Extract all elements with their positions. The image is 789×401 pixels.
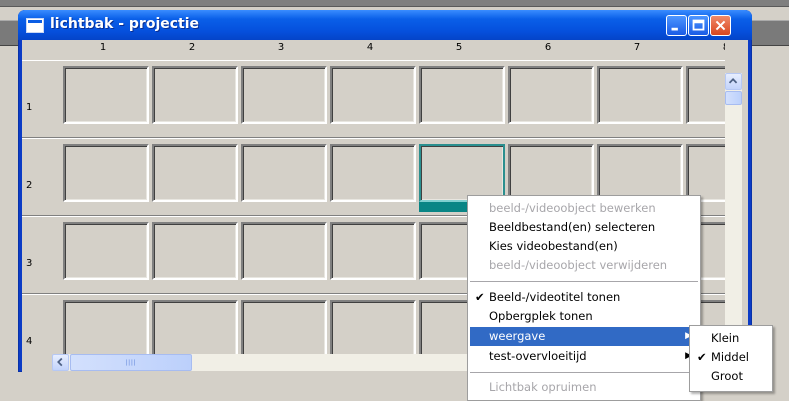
column-header: 4: [366, 42, 374, 53]
lightbox-slot[interactable]: [597, 66, 683, 124]
column-header: 8: [716, 42, 725, 53]
scroll-up-button[interactable]: [725, 73, 742, 90]
horizontal-scroll-thumb[interactable]: [70, 354, 192, 371]
menu-item-show-storage[interactable]: Opbergplek tonen: [470, 307, 698, 326]
lightbox-slot[interactable]: [241, 222, 327, 280]
row-header: 2: [26, 180, 33, 191]
check-icon: ✔: [697, 350, 707, 364]
scroll-left-button[interactable]: [52, 354, 69, 371]
submenu-item-klein[interactable]: Klein: [692, 329, 770, 348]
menu-item-select-image-files[interactable]: Beeldbestand(en) selecteren: [470, 218, 698, 237]
menu-item-clear-lightbox[interactable]: Lichtbak opruimen: [470, 378, 698, 397]
lightbox-slot[interactable]: [63, 300, 149, 358]
lightbox-slot[interactable]: [330, 222, 416, 280]
column-header: 7: [633, 42, 641, 53]
close-icon: [715, 20, 726, 31]
menu-item-label: Middel: [711, 350, 749, 364]
lightbox-slot[interactable]: [241, 66, 327, 124]
submenu-item-groot[interactable]: Groot: [692, 367, 770, 386]
lightbox-slot[interactable]: [152, 300, 238, 358]
menu-item-label: Lichtbak opruimen: [489, 380, 597, 394]
grip-icon: [126, 359, 135, 366]
column-header: 5: [455, 42, 463, 53]
lightbox-slot[interactable]: [419, 66, 505, 124]
lightbox-slot[interactable]: [152, 144, 238, 202]
menu-item-label: Groot: [711, 369, 743, 383]
desktop-top-bar: [0, 0, 789, 7]
menu-separator: [470, 372, 698, 373]
context-menu: beeld-/videoobject bewerken Beeldbestand…: [467, 195, 701, 401]
menu-separator: [470, 281, 698, 282]
menu-item-label: weergave: [489, 329, 546, 343]
lightbox-slot[interactable]: [330, 144, 416, 202]
window-app-icon[interactable]: [26, 18, 44, 33]
menu-item-label: Klein: [711, 331, 740, 345]
vertical-scroll-thumb[interactable]: [725, 91, 742, 105]
vertical-scrollbar[interactable]: [725, 73, 742, 359]
column-header: 3: [277, 42, 285, 53]
lightbox-slot[interactable]: [63, 66, 149, 124]
menu-item-label: beeld-/videoobject bewerken: [489, 201, 656, 215]
title-bar[interactable]: lichtbak - projectie: [18, 10, 752, 40]
chevron-left-icon: [57, 357, 63, 367]
row-header: 1: [26, 102, 33, 113]
row-header: 3: [26, 258, 33, 269]
menu-item-choose-video-files[interactable]: Kies videobestand(en): [470, 237, 698, 256]
menu-item-weergave[interactable]: weergave▶: [470, 327, 698, 346]
background-window-bar-left: [0, 20, 18, 46]
lightbox-slot[interactable]: [686, 66, 725, 124]
lightbox-slot[interactable]: [241, 144, 327, 202]
lightbox-slot[interactable]: [152, 66, 238, 124]
submenu-item-middel[interactable]: ✔ Middel: [692, 348, 770, 367]
menu-item-label: Beeldbestand(en) selecteren: [489, 220, 656, 234]
lightbox-slot-selected[interactable]: [419, 144, 505, 202]
minimize-button[interactable]: [666, 15, 687, 36]
maximize-button[interactable]: [688, 15, 709, 36]
column-header: 1: [99, 42, 107, 53]
close-button[interactable]: [710, 15, 731, 36]
chevron-up-icon: [728, 78, 738, 84]
lightbox-slot[interactable]: [686, 144, 725, 202]
menu-item-show-titles[interactable]: ✔ Beeld-/videotitel tonen: [470, 288, 698, 307]
window-title: lichtbak - projectie: [50, 16, 200, 32]
column-header: 6: [544, 42, 552, 53]
lightbox-slot[interactable]: [330, 300, 416, 358]
lightbox-slot[interactable]: [152, 222, 238, 280]
maximize-icon: [692, 19, 705, 31]
view-submenu: Klein ✔ Middel Groot: [689, 325, 773, 392]
lightbox-slot[interactable]: [597, 144, 683, 202]
menu-item-label: Kies videobestand(en): [489, 239, 618, 253]
column-header: 2: [188, 42, 196, 53]
lightbox-slot[interactable]: [508, 66, 594, 124]
menu-item-label: test-overvloeitijd: [489, 349, 587, 363]
lightbox-slot[interactable]: [330, 66, 416, 124]
check-icon: ✔: [475, 290, 485, 304]
menu-item-test-crossfade[interactable]: test-overvloeitijd▶: [470, 347, 698, 366]
lightbox-slot[interactable]: [63, 144, 149, 202]
menu-item-delete-object[interactable]: beeld-/videoobject verwijderen: [470, 256, 698, 275]
menu-item-label: Opbergplek tonen: [489, 309, 593, 323]
minimize-icon: [671, 27, 678, 31]
lightbox-slot[interactable]: [508, 144, 594, 202]
menu-item-label: beeld-/videoobject verwijderen: [489, 258, 668, 272]
row-header: 4: [26, 336, 33, 347]
menu-item-edit-object[interactable]: beeld-/videoobject bewerken: [470, 199, 698, 218]
lightbox-slot[interactable]: [241, 300, 327, 358]
menu-item-label: Beeld-/videotitel tonen: [489, 290, 621, 304]
lightbox-slot[interactable]: [63, 222, 149, 280]
